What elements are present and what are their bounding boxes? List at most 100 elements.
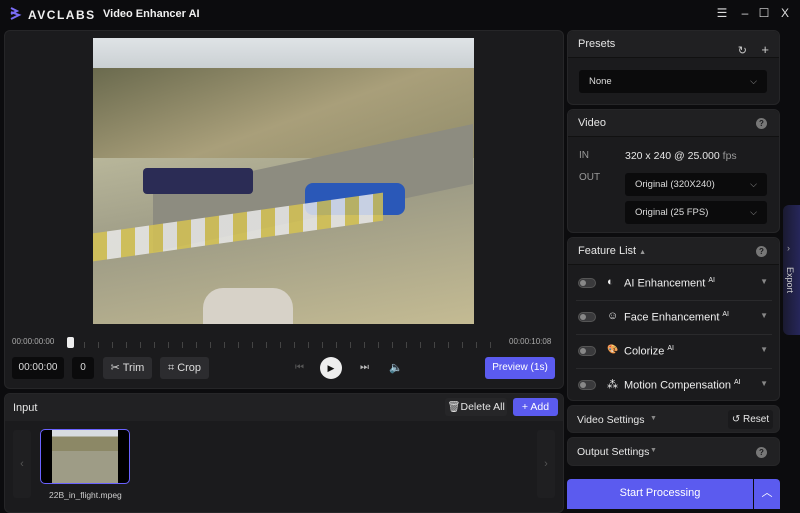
scroll-left-button[interactable]: ‹ [13, 430, 31, 498]
output-fps-value: Original (25 FPS) [635, 207, 709, 218]
output-fps-select[interactable]: Original (25 FPS) ⌵ [625, 201, 767, 224]
reset-button[interactable]: ↺ Reset [728, 410, 773, 429]
output-settings-title: Output Settings [577, 446, 650, 458]
input-title: Input [13, 402, 38, 414]
presets-select[interactable]: None ⌵ [579, 70, 767, 93]
crop-button[interactable]: ⌗ Crop [160, 357, 209, 379]
export-tab[interactable]: › Export [783, 205, 800, 335]
frame-field[interactable]: 0 [72, 357, 94, 379]
video-preview[interactable] [93, 38, 474, 324]
feature-name: AI Enhancement [624, 277, 706, 290]
caret-up-icon: ▲ [639, 249, 647, 256]
current-time-field[interactable]: 00:00:00 [12, 357, 64, 379]
caret-down-icon: ▼ [650, 415, 657, 422]
ai-badge: AI [722, 311, 730, 318]
menu-icon[interactable]: ☰ [715, 6, 729, 20]
out-label: OUT [579, 172, 601, 183]
crop-label: Crop [177, 362, 202, 374]
trim-button[interactable]: ✂ Trim [103, 357, 152, 379]
output-resolution-value: Original (320X240) [635, 179, 715, 190]
in-unit: fps [722, 150, 737, 162]
help-icon[interactable]: ? [756, 246, 767, 257]
feature-name: Face Enhancement [624, 311, 720, 324]
output-settings-panel[interactable]: Output Settings ▼ ? [567, 437, 780, 466]
caret-down-icon[interactable]: ▼ [760, 379, 768, 388]
start-processing-button[interactable]: Start Processing [567, 479, 753, 509]
chevron-down-icon: ⌵ [750, 76, 757, 86]
help-icon[interactable]: ? [756, 447, 767, 458]
ai-enhancement-toggle[interactable] [578, 278, 596, 288]
trim-label: Trim [122, 362, 145, 374]
colorize-toggle[interactable] [578, 346, 596, 356]
video-header: Video? [568, 110, 779, 137]
caret-down-icon[interactable]: ▼ [760, 277, 768, 286]
preview-button[interactable]: Preview (1s) [485, 357, 555, 379]
caret-down-icon: ▼ [650, 447, 657, 454]
presets-selected: None [589, 76, 612, 87]
crop-icon: ⌗ [167, 362, 175, 374]
chevron-down-icon: ⌵ [750, 179, 757, 189]
feature-list-panel: Feature List ▲? ◐ AI Enhancement AI ▼ ☺ Face… [567, 237, 780, 401]
feature-name: Colorize [624, 345, 665, 358]
contrast-icon: ◐ [607, 276, 614, 288]
refresh-icon[interactable]: ↻ [738, 38, 747, 65]
add-button[interactable]: + Add [513, 398, 558, 416]
ai-badge: AI [667, 345, 674, 352]
feature-list-header[interactable]: Feature List ▲? [568, 238, 779, 265]
maximize-button[interactable]: ☐ [757, 6, 771, 20]
help-icon[interactable]: ? [756, 118, 767, 129]
export-label: Export [785, 266, 796, 294]
face-icon: ☺ [607, 310, 619, 322]
caret-down-icon[interactable]: ▼ [760, 345, 768, 354]
close-button[interactable]: X [778, 6, 792, 20]
file-thumbnail[interactable] [40, 429, 130, 484]
time-end: 00:00:10:08 [509, 337, 552, 346]
timeline-track[interactable] [70, 342, 500, 348]
feature-label: Face Enhancement AI [624, 311, 729, 324]
file-name: 22B_in_flight.mpeg [49, 490, 122, 500]
time-start: 00:00:00:00 [12, 337, 55, 346]
scissors-icon: ✂ [110, 362, 120, 374]
title-bar: AVCLABS Video Enhancer AI ☰ – ☐ X [0, 0, 800, 28]
presets-header: Presets ↻ + [568, 31, 779, 58]
caret-down-icon[interactable]: ▼ [760, 311, 768, 320]
in-value-text: 320 x 240 @ 25.000 [625, 150, 720, 162]
delete-all-label: Delete All [460, 401, 505, 413]
add-preset-icon[interactable]: + [761, 36, 769, 63]
feature-face-enhancement: ☺ Face Enhancement AI ▼ [576, 301, 772, 335]
volume-icon[interactable]: 🔈 [389, 361, 403, 374]
trash-icon: 🗑 [447, 401, 461, 413]
ai-badge: AI [708, 277, 715, 284]
motion-compensation-toggle[interactable] [578, 380, 596, 390]
feature-list-title: Feature List [578, 245, 637, 257]
in-value: 320 x 240 @ 25.000 fps [625, 150, 737, 162]
reset-label: Reset [743, 414, 770, 425]
input-panel: Input 🗑Delete All + Add ‹ › 22B_in_fligh… [4, 393, 564, 513]
face-enhancement-toggle[interactable] [578, 312, 596, 322]
output-resolution-select[interactable]: Original (320X240) ⌵ [625, 173, 767, 196]
feature-ai-enhancement: ◐ AI Enhancement AI ▼ [576, 267, 772, 301]
video-settings-title: Video Settings [577, 414, 645, 426]
chevron-down-icon: ⌵ [750, 207, 757, 217]
video-settings-panel[interactable]: Video Settings ▼ ↺ Reset [567, 405, 780, 433]
start-options-button[interactable]: ︿ [754, 479, 780, 509]
palette-icon: 🎨 [607, 344, 619, 354]
timeline-handle[interactable] [67, 337, 74, 348]
feature-motion-compensation: ⁂ Motion Compensation AI ▼ [576, 369, 772, 403]
in-label: IN [579, 150, 589, 161]
next-frame-icon[interactable]: ⏭ [360, 362, 369, 373]
feature-name: Motion Compensation [624, 379, 732, 392]
app-title: Video Enhancer AI [103, 8, 200, 20]
minimize-button[interactable]: – [738, 6, 752, 20]
feature-label: Colorize AI [624, 345, 674, 358]
delete-all-button[interactable]: 🗑Delete All [445, 398, 507, 416]
feature-label: AI Enhancement AI [624, 277, 715, 290]
feature-colorize: 🎨 Colorize AI ▼ [576, 335, 772, 369]
presets-panel: Presets ↻ + None ⌵ [567, 30, 780, 105]
play-button[interactable]: ▶ [320, 357, 342, 379]
feature-label: Motion Compensation AI [624, 379, 741, 392]
scroll-right-button[interactable]: › [537, 430, 555, 498]
brand-name: AVCLABS [28, 8, 96, 22]
previous-frame-icon[interactable]: ⏮ [295, 362, 304, 373]
video-title: Video [578, 117, 606, 129]
